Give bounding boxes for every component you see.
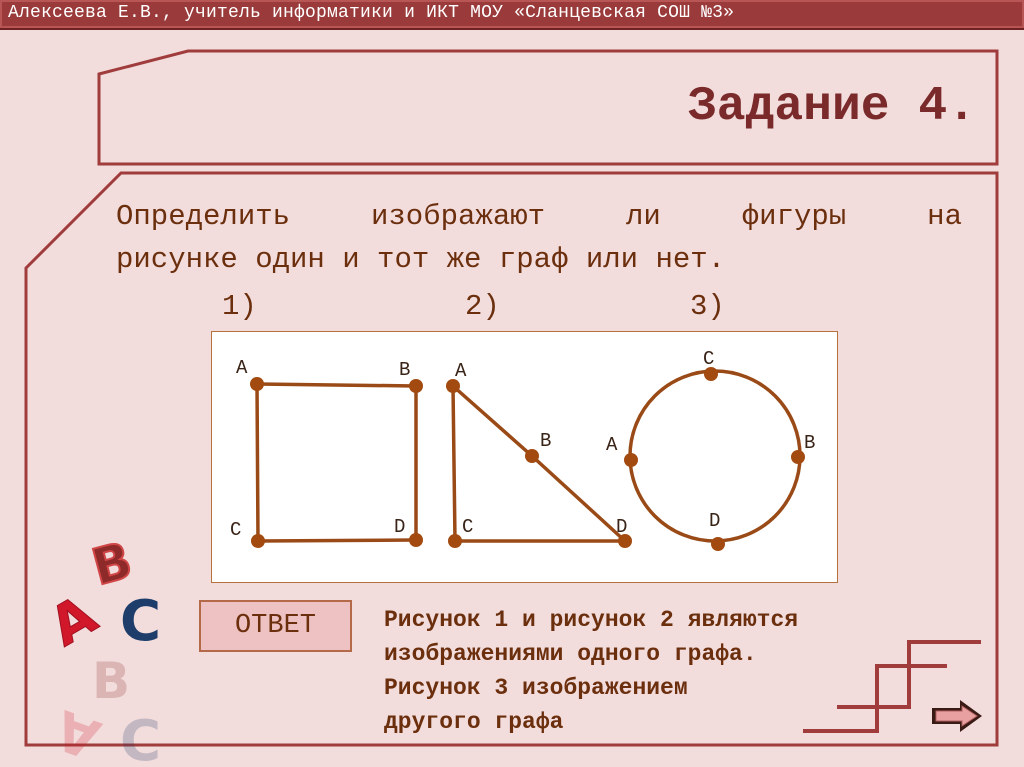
figure-label-2: 2) [465, 290, 500, 323]
question-word: на [927, 200, 962, 233]
node-c [448, 534, 462, 548]
vertex-label: B [540, 430, 551, 452]
node-a [250, 377, 264, 391]
edge-d-c [257, 538, 417, 543]
answer-line: Рисунок 3 изображением [384, 675, 688, 701]
vertex-label: C [462, 516, 473, 538]
node-b [525, 449, 539, 463]
letter-a-icon: A [39, 583, 107, 659]
vertex-label: B [804, 432, 815, 454]
slide-title: Задание 4. [687, 80, 976, 134]
node-a [624, 453, 638, 467]
vertex-label: A [455, 360, 467, 382]
edge-a-b [451, 384, 534, 458]
letter-c-reflection-icon: C [120, 709, 161, 767]
edge-c-a [451, 385, 457, 542]
figure-label-3: 3) [690, 290, 725, 323]
node-d [409, 533, 423, 547]
edge-b-d [530, 454, 627, 543]
answer-line: изображениями одного графа. [384, 641, 757, 667]
letter-b-reflection-icon: B [92, 652, 130, 710]
question-line-2: рисунке один и тот же граф или нет. [116, 243, 726, 276]
vertex-label: A [606, 434, 618, 456]
edge-c-a [255, 383, 260, 542]
answer-line: другого графа [384, 709, 564, 735]
answer-button-label: ОТВЕТ [234, 611, 316, 641]
vertex-label: A [236, 357, 248, 379]
vertex-label: D [616, 516, 627, 538]
vertex-label: C [703, 348, 714, 370]
letter-b-icon: B [86, 531, 138, 597]
answer-text: Рисунок 1 и рисунок 2 являются изображен… [384, 603, 798, 739]
abc-letters-decoration: B A C B A C [39, 530, 162, 767]
question-word: фигуры [741, 200, 847, 233]
question-word: Определить [116, 200, 291, 233]
node-b [791, 450, 805, 464]
answer-line: Рисунок 1 и рисунок 2 являются [384, 607, 799, 633]
graph-figures: A B C D A B C D C A B D [230, 348, 815, 551]
graph-figure-1 [255, 382, 418, 543]
question-word: ли [626, 200, 661, 233]
edge-a-b [256, 382, 417, 388]
question-line-1: Определить изображают ли фигуры на [116, 195, 962, 238]
node-d [711, 537, 725, 551]
graph-figures-panel: A B C D A B C D C A B D [211, 331, 838, 583]
vertex-label: D [394, 516, 405, 538]
graph-figure-2 [451, 384, 627, 543]
question-text: Определить изображают ли фигуры на рисун… [116, 195, 962, 281]
figure-label-1: 1) [222, 290, 257, 323]
right-arrow-icon [932, 700, 982, 732]
letter-c-icon: C [120, 589, 161, 654]
node-c [251, 534, 265, 548]
next-slide-button[interactable] [930, 698, 984, 734]
vertex-label: C [230, 519, 241, 541]
vertex-label: B [399, 359, 410, 381]
node-b [409, 379, 423, 393]
vertex-label: D [709, 510, 720, 532]
answer-button[interactable]: ОТВЕТ [199, 600, 352, 652]
question-word: изображают [371, 200, 546, 233]
